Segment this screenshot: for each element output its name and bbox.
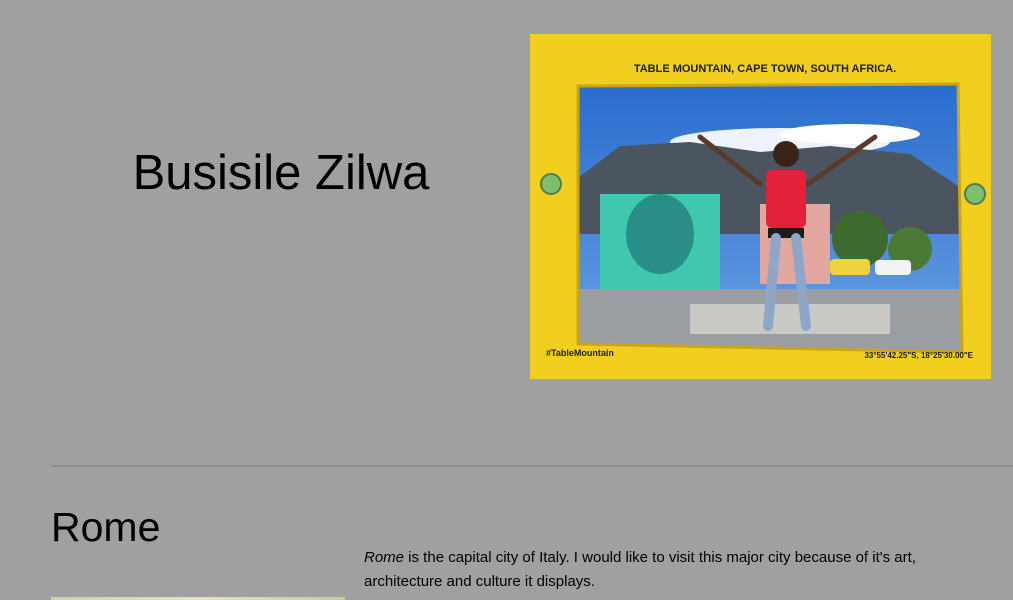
site-owner-name: Busisile Zilwa: [132, 146, 430, 200]
page: Busisile Zilwa TABLE MOUNTAIN, CAPE TOWN…: [0, 0, 1013, 600]
section-description: Rome is the capital city of Italy. I wou…: [364, 546, 954, 594]
section-description-emphasis: Rome: [364, 549, 405, 566]
frame-caption: TABLE MOUNTAIN, CAPE TOWN, SOUTH AFRICA.: [634, 63, 896, 75]
section-description-body: is the capital city of Italy. I would li…: [364, 549, 916, 590]
frame-coordinates: 33°55'42.25"S, 18°25'30.00"E: [864, 351, 973, 360]
table-mountain-frame-photo: TABLE MOUNTAIN, CAPE TOWN, SOUTH AFRICA.…: [530, 34, 991, 379]
section-divider: [51, 465, 1013, 467]
frame-hashtag: #TableMountain: [546, 348, 614, 358]
section-title: Rome: [51, 504, 161, 550]
